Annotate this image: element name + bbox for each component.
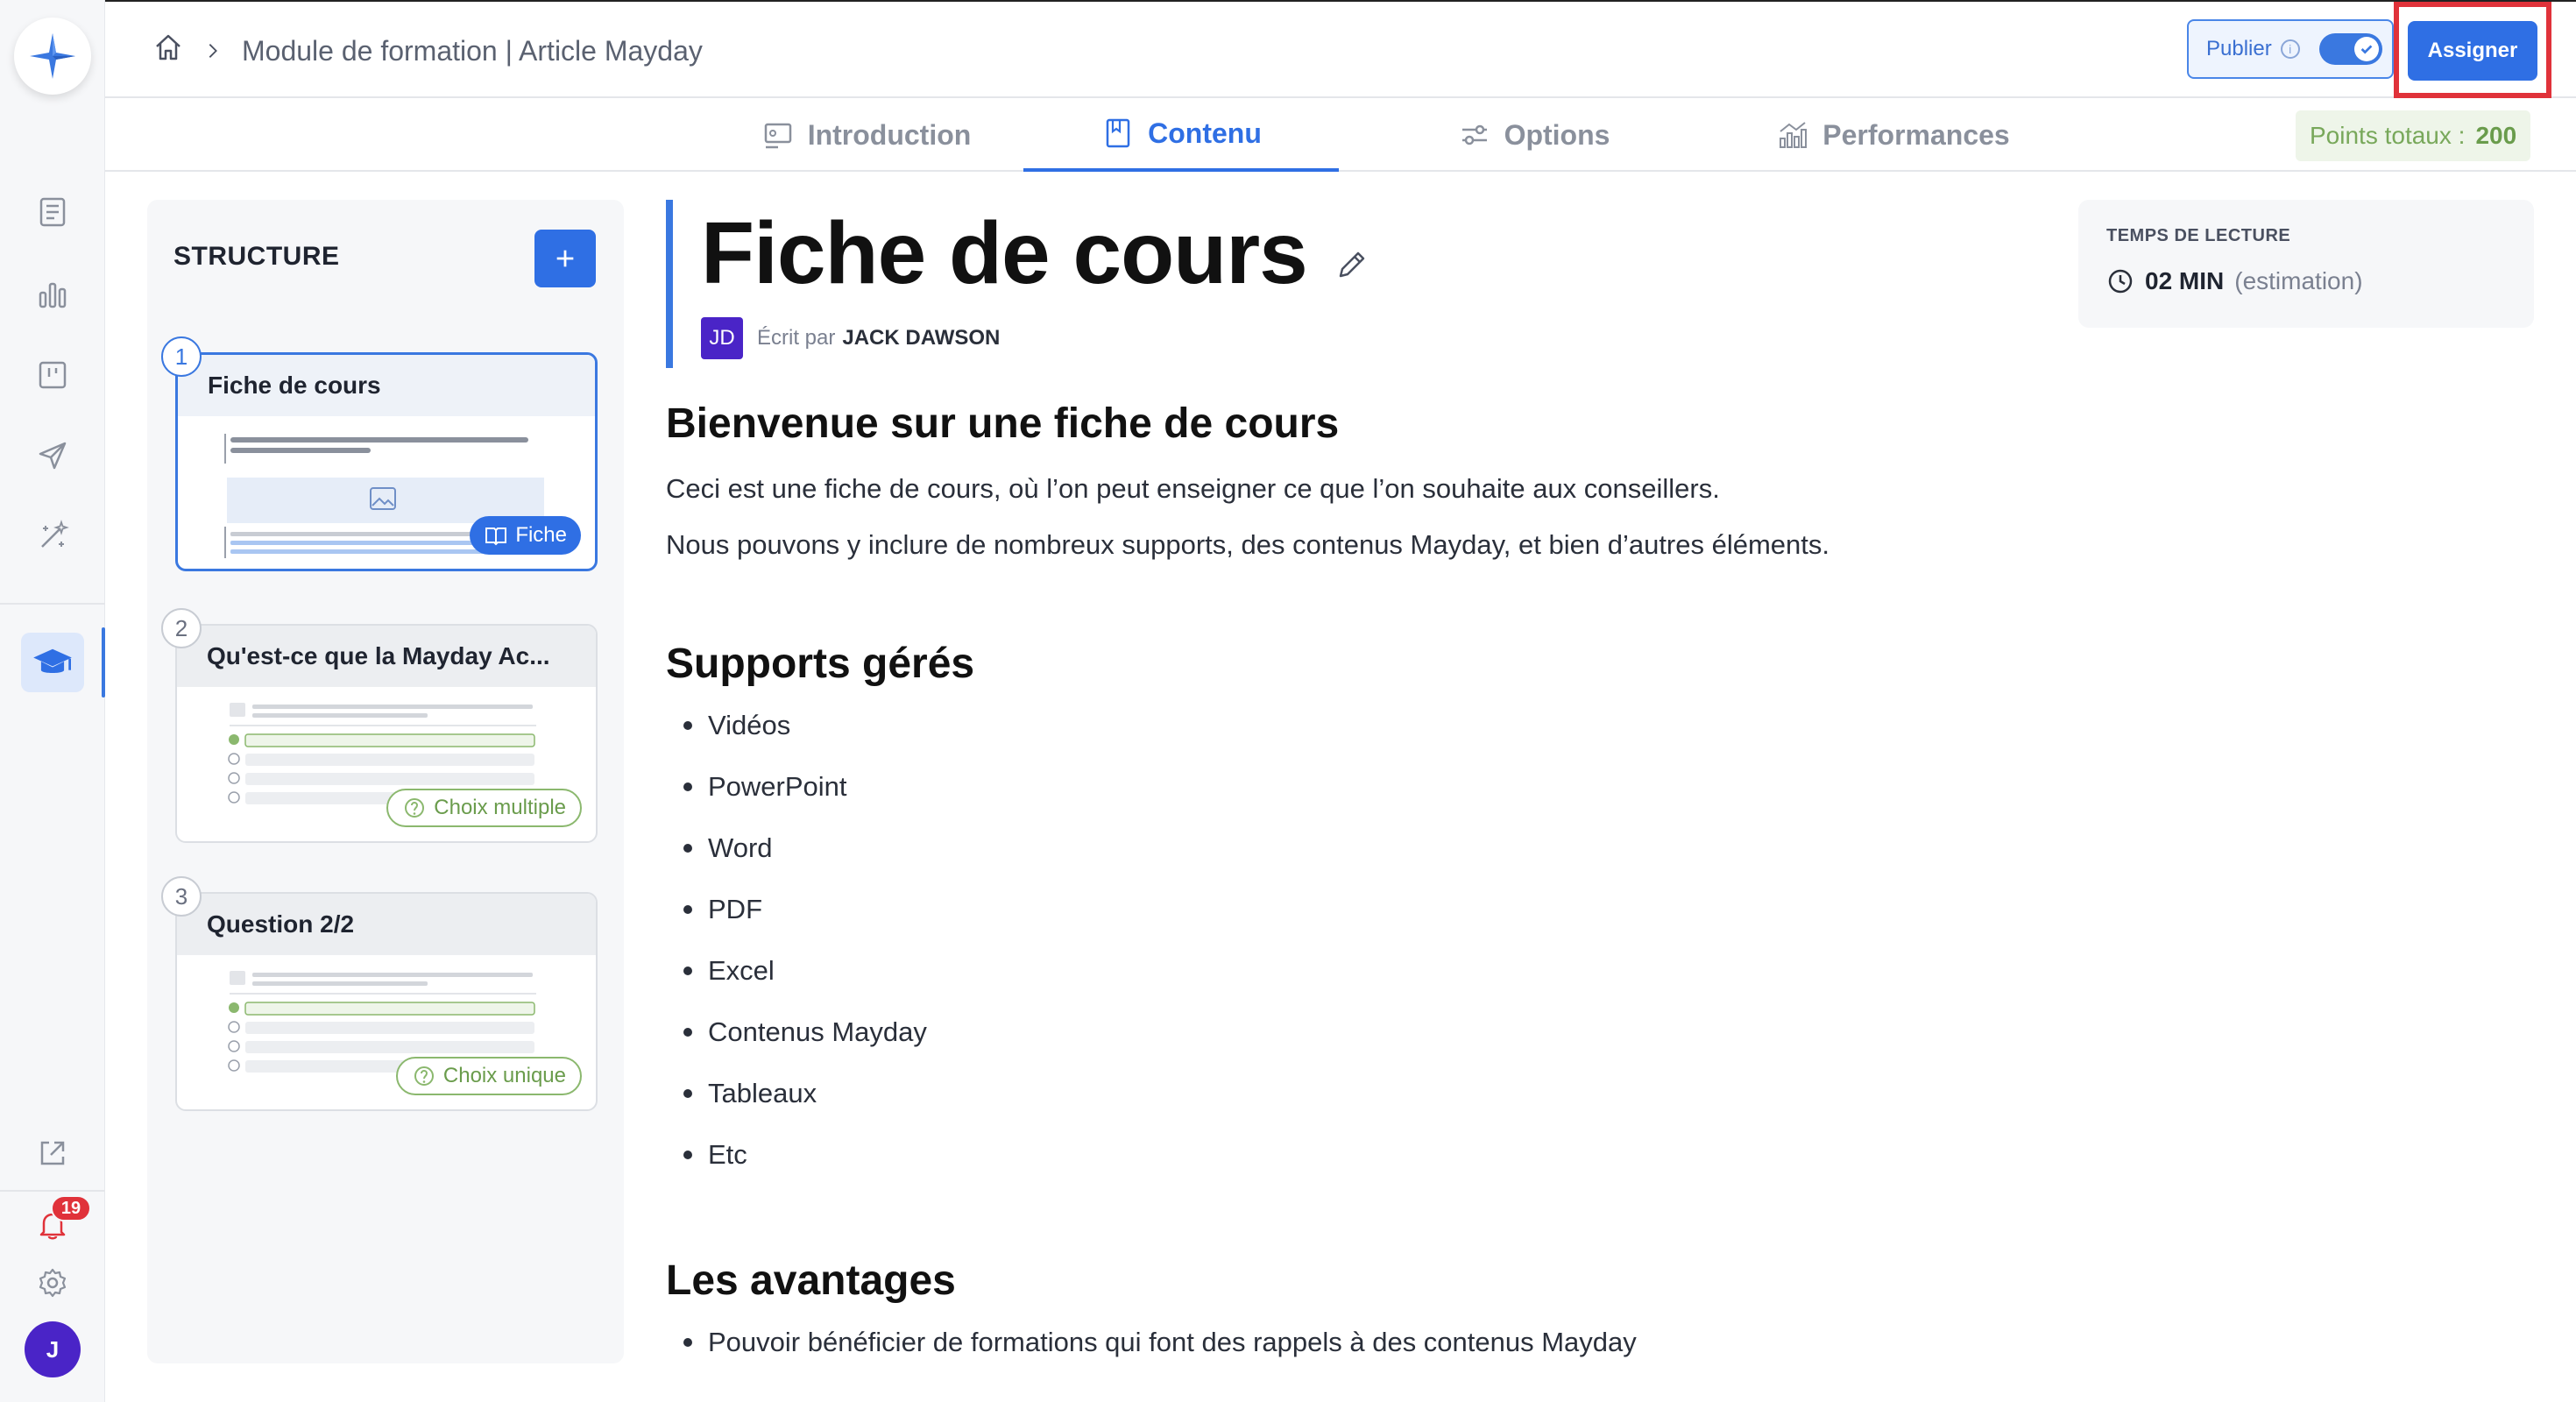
list-item: Word (683, 832, 773, 864)
list-item: Vidéos (683, 710, 790, 741)
knowledge-base-icon[interactable] (32, 191, 74, 233)
step-number: 2 (161, 608, 202, 648)
reading-time-card: TEMPS DE LECTURE 02 MIN (estimation) (2078, 200, 2534, 328)
step-type-label: Choix multiple (434, 796, 566, 819)
step-card-fiche[interactable]: Fiche de cours Fiche (175, 352, 598, 571)
structure-title: STRUCTURE (173, 242, 340, 271)
points-value: 200 (2475, 122, 2517, 149)
article-title: Fiche de cours (701, 203, 1369, 304)
list-item: Contenus Mayday (683, 1016, 927, 1048)
question-circle-icon (405, 798, 425, 818)
step-type-label: Fiche (515, 523, 567, 547)
pencil-icon[interactable] (1334, 203, 1369, 304)
breadcrumb: Module de formation | Article Mayday (152, 32, 703, 70)
reading-time-label: TEMPS DE LECTURE (2106, 226, 2291, 245)
tab-introduction[interactable]: Introduction (725, 98, 1006, 172)
step-type-label: Choix unique (442, 1064, 566, 1087)
rail-divider (0, 603, 105, 605)
list-item: PowerPoint (683, 771, 847, 803)
step-card-quiz-multiple[interactable]: Qu'est-ce que la Mayday Ac... Choix mult… (175, 624, 598, 843)
chevron-right-icon (203, 35, 223, 67)
section-heading: Les avantages (666, 1257, 956, 1304)
list-item: Pouvoir bénéficier de formations qui fon… (683, 1327, 1637, 1358)
rail-divider (0, 1190, 105, 1192)
publish-toggle[interactable] (2318, 33, 2382, 65)
publish-label: Publier (2206, 37, 2272, 60)
list-item: Excel (683, 955, 775, 987)
gear-icon[interactable] (32, 1262, 74, 1304)
tab-contenu[interactable]: Contenu (1023, 98, 1339, 172)
left-rail: 19 J (0, 0, 105, 1402)
app-logo[interactable] (14, 18, 91, 95)
tab-bar: Introduction Contenu Options Performance… (105, 98, 2576, 172)
total-points: Points totaux : 200 (2296, 110, 2531, 161)
reading-time-note: (estimation) (2234, 267, 2363, 294)
assign-button[interactable]: Assigner (2408, 21, 2537, 81)
breadcrumb-current[interactable]: Module de formation | Article Mayday (242, 35, 703, 67)
info-icon[interactable]: i (2280, 39, 2300, 59)
external-link-icon[interactable] (32, 1132, 74, 1174)
clock-icon (2108, 269, 2133, 294)
open-book-icon (485, 528, 507, 546)
tab-label: Introduction (807, 118, 972, 151)
section-heading: Bienvenue sur une fiche de cours (666, 400, 1340, 447)
tab-label: Options (1504, 118, 1610, 151)
structure-panel: STRUCTURE Fiche de cours Fiche 1 Qu'est-… (147, 200, 624, 1363)
tab-label: Contenu (1148, 117, 1262, 149)
list-item: PDF (683, 894, 762, 925)
home-icon[interactable] (152, 32, 184, 70)
board-icon[interactable] (32, 354, 74, 396)
paragraph: Nous pouvons y inclure de nombreux suppo… (666, 529, 1830, 560)
article-title-text[interactable]: Fiche de cours (701, 203, 1308, 304)
tab-label: Performances (1822, 118, 2010, 151)
tab-options[interactable]: Options (1393, 98, 1674, 172)
add-step-button[interactable] (534, 230, 596, 287)
author-avatar: JD (701, 317, 743, 359)
step-type-badge: Fiche (470, 516, 581, 555)
step-number: 3 (161, 876, 202, 917)
author-line: JD Écrit par JACK DAWSON (701, 317, 1000, 359)
top-bar: Module de formation | Article Mayday Pub… (105, 0, 2576, 98)
academy-icon[interactable] (21, 633, 84, 692)
step-title: Question 2/2 (177, 894, 596, 955)
step-title: Qu'est-ce que la Mayday Ac... (177, 626, 596, 687)
notification-badge: 19 (51, 1195, 91, 1221)
step-title: Fiche de cours (178, 355, 595, 416)
list-item: Tableaux (683, 1078, 817, 1109)
step-type-badge: Choix multiple (386, 789, 582, 827)
step-type-badge: Choix unique (395, 1057, 582, 1095)
analytics-icon[interactable] (32, 273, 74, 315)
paragraph: Ceci est une fiche de cours, où l’on peu… (666, 473, 1720, 504)
send-icon[interactable] (32, 435, 74, 477)
list-item: Etc (683, 1139, 747, 1171)
step-card-quiz-single[interactable]: Question 2/2 Choix unique (175, 892, 598, 1111)
section-heading: Supports gérés (666, 641, 975, 687)
sliders-icon (1461, 124, 1487, 145)
check-icon (2360, 45, 2373, 54)
step-number: 1 (161, 336, 202, 377)
author-prefix: Écrit par (757, 326, 836, 350)
plus-icon (556, 250, 574, 267)
performance-chart-icon (1780, 122, 1808, 148)
reading-time: 02 MIN (estimation) (2106, 267, 2506, 295)
book-icon (1106, 118, 1130, 148)
toggle-knob (2353, 37, 2379, 61)
question-circle-icon (414, 1066, 434, 1086)
author-name: JACK DAWSON (842, 326, 1001, 350)
tab-performances[interactable]: Performances (1709, 98, 2077, 172)
publish-control: Publier i (2187, 19, 2394, 79)
magic-wand-icon[interactable] (32, 515, 74, 557)
user-avatar[interactable]: J (25, 1321, 81, 1377)
active-indicator (102, 627, 105, 697)
points-label: Points totaux : (2310, 122, 2466, 149)
introduction-icon (764, 123, 791, 149)
logo-icon (30, 33, 75, 79)
title-accent-bar (666, 200, 673, 368)
reading-time-value: 02 MIN (2145, 267, 2225, 294)
